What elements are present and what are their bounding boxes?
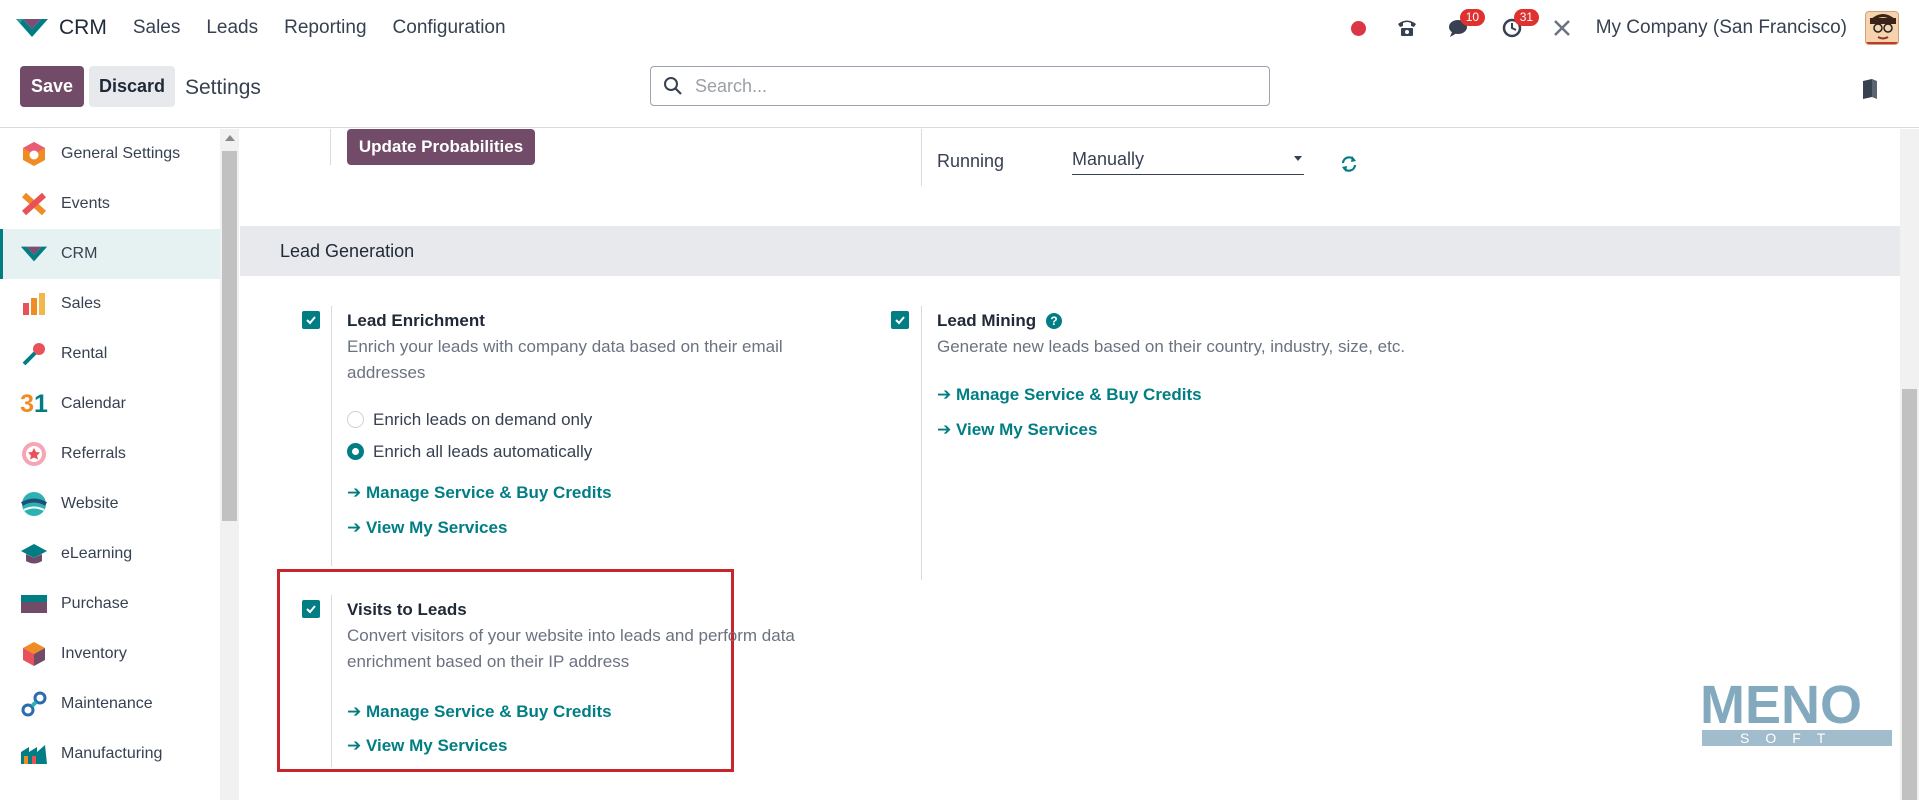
control-panel: Save Discard Settings (0, 56, 1919, 128)
crm-logo-icon (16, 19, 48, 37)
sidebar-item-general-settings[interactable]: General Settings (0, 129, 220, 179)
sidebar-item-maintenance[interactable]: Maintenance (0, 679, 220, 729)
sidebar-item-elearning[interactable]: eLearning (0, 529, 220, 579)
page-title: Settings (185, 76, 261, 99)
user-avatar[interactable] (1865, 11, 1899, 45)
visits-to-leads-manage-credits-link[interactable]: ➔ Manage Service & Buy Credits (347, 702, 612, 722)
sidebar-item-website[interactable]: Website (0, 479, 220, 529)
top-navbar: CRM Sales Leads Reporting Configuration … (0, 0, 1919, 56)
menosoft-logo-watermark: MENO SOFT (1700, 675, 1892, 746)
messages-icon[interactable]: 10 (1448, 9, 1486, 38)
check-icon (895, 316, 905, 325)
lead-enrichment-checkbox[interactable] (302, 311, 320, 329)
search-input[interactable] (695, 75, 1255, 97)
sidebar-item-inventory[interactable]: Inventory (0, 629, 220, 679)
rental-icon (20, 340, 48, 368)
svg-text:SOFT: SOFT (1740, 730, 1841, 746)
menu-item-leads[interactable]: Leads (206, 17, 258, 39)
sidebar-item-manufacturing[interactable]: Manufacturing (0, 729, 220, 779)
manufacturing-icon (20, 740, 48, 768)
sidebar-item-referrals[interactable]: Referrals (0, 429, 220, 479)
enrich-automatically-radio[interactable] (347, 443, 364, 460)
elearning-icon (20, 540, 48, 568)
save-button[interactable]: Save (20, 66, 84, 107)
visits-to-leads-checkbox[interactable] (302, 600, 320, 618)
sidebar-item-rental[interactable]: Rental (0, 329, 220, 379)
debug-tools-icon[interactable] (1552, 18, 1572, 38)
lead-mining-manage-credits-link[interactable]: ➔ Manage Service & Buy Credits (937, 385, 1202, 405)
refresh-icon[interactable] (1340, 155, 1358, 173)
events-icon (20, 190, 48, 218)
purchase-icon (20, 590, 48, 618)
menu-item-sales[interactable]: Sales (133, 17, 181, 39)
activities-badge: 31 (1513, 9, 1540, 26)
visits-to-leads-desc-line1: Convert visitors of your website into le… (347, 626, 795, 645)
update-probabilities-button[interactable]: Update Probabilities (347, 129, 535, 165)
section-header-lead-generation: Lead Generation (240, 226, 1900, 276)
sales-icon (20, 290, 48, 318)
lead-enrichment-title: Lead Enrichment (347, 311, 485, 330)
lead-mining-title: Lead Mining (937, 311, 1037, 330)
sidebar-scrollbar[interactable] (220, 129, 239, 800)
general-settings-icon (20, 140, 48, 168)
lead-enrichment-view-services-link[interactable]: ➔ View My Services (347, 518, 507, 538)
check-icon (306, 316, 316, 325)
documentation-icon[interactable] (1861, 78, 1879, 100)
enrich-on-demand-radio[interactable] (347, 411, 364, 428)
sidebar-item-sales[interactable]: Sales (0, 279, 220, 329)
search-box[interactable] (650, 66, 1270, 106)
menu-item-configuration[interactable]: Configuration (393, 17, 506, 39)
app-brand[interactable]: CRM (15, 16, 107, 40)
visits-to-leads-title: Visits to Leads (347, 600, 467, 619)
settings-content: Update Probabilities Running Manually Le… (240, 129, 1900, 800)
lead-mining-checkbox[interactable] (891, 311, 909, 329)
company-switcher[interactable]: My Company (San Francisco) (1596, 17, 1847, 39)
search-icon (664, 77, 682, 95)
app-name: CRM (59, 16, 107, 39)
systray: 10 31 My Company (San Francisco) (1321, 0, 1919, 56)
sidebar-item-events[interactable]: Events (0, 179, 220, 229)
sidebar-item-calendar[interactable]: 31 Calendar (0, 379, 220, 429)
crm-icon (20, 240, 48, 268)
referrals-icon (20, 440, 48, 468)
lead-enrichment-manage-credits-link[interactable]: ➔ Manage Service & Buy Credits (347, 483, 612, 503)
maintenance-icon (20, 690, 48, 718)
messages-badge: 10 (1459, 9, 1486, 26)
settings-sidebar: General Settings Events CRM Sales Rental… (0, 129, 220, 800)
visits-to-leads-view-services-link[interactable]: ➔ View My Services (347, 736, 507, 756)
sidebar-item-purchase[interactable]: Purchase (0, 579, 220, 629)
website-icon (20, 490, 48, 518)
discard-button[interactable]: Discard (89, 66, 175, 107)
enrich-automatically-label[interactable]: Enrich all leads automatically (373, 442, 592, 462)
sidebar-item-crm[interactable]: CRM (0, 229, 220, 279)
inventory-icon (20, 640, 48, 668)
help-question-icon[interactable]: ? (1046, 313, 1062, 329)
svg-text:MENO: MENO (1700, 675, 1862, 735)
lead-mining-view-services-link[interactable]: ➔ View My Services (937, 420, 1097, 440)
menu-item-reporting[interactable]: Reporting (284, 17, 366, 39)
lead-enrichment-desc-line1: Enrich your leads with company data base… (347, 337, 783, 356)
check-icon (306, 605, 316, 614)
calendar-icon: 31 (20, 389, 48, 418)
running-mode-value: Manually (1072, 149, 1145, 169)
phone-icon[interactable] (1396, 18, 1418, 38)
recording-indicator-icon[interactable] (1350, 20, 1366, 36)
running-label: Running (937, 151, 1005, 171)
section-title: Lead Generation (280, 241, 415, 261)
chevron-down-icon (1294, 156, 1302, 161)
visits-to-leads-desc-line2: enrichment based on their IP address (347, 652, 630, 671)
main-menu: Sales Leads Reporting Configuration (133, 17, 532, 39)
activities-clock-icon[interactable]: 31 (1502, 9, 1540, 38)
lead-mining-desc: Generate new leads based on their countr… (937, 337, 1406, 356)
lead-enrichment-desc-line2: addresses (347, 363, 426, 382)
enrich-on-demand-label[interactable]: Enrich leads on demand only (373, 410, 592, 430)
running-mode-select[interactable]: Manually (1072, 149, 1304, 175)
content-scrollbar[interactable] (1900, 129, 1919, 800)
